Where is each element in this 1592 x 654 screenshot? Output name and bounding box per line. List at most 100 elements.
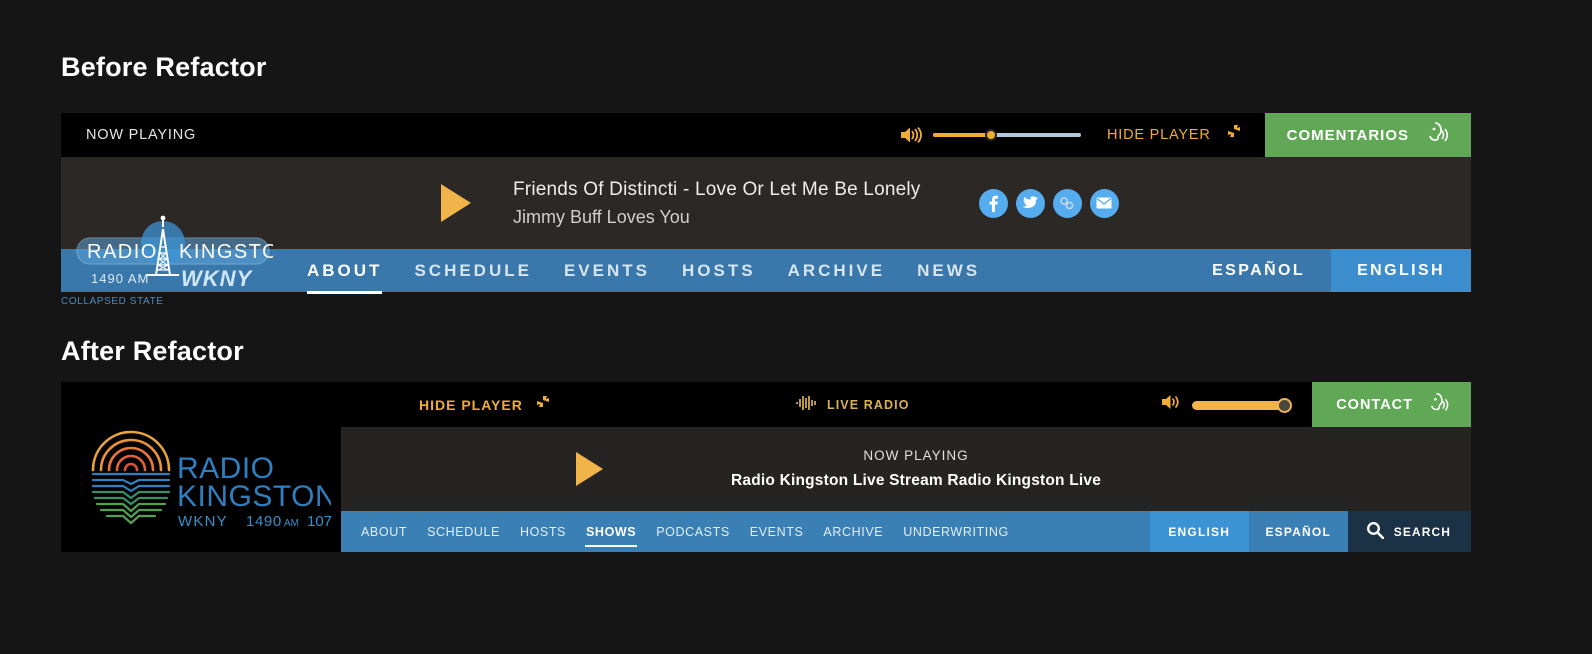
section-heading-after: After Refactor [61, 336, 244, 366]
svg-text:WKNY: WKNY [178, 513, 228, 530]
collapse-arrows-icon [531, 395, 549, 414]
new-player-topbar: HIDE PLAYER LIVE RADIO CONTACT [341, 382, 1471, 427]
old-nav-items: ABOUT SCHEDULE EVENTS HOSTS ARCHIVE NEWS [291, 249, 996, 294]
play-triangle-icon[interactable] [441, 184, 471, 222]
nav-item-shows[interactable]: SHOWS [576, 511, 646, 552]
nav-item-hosts[interactable]: HOSTS [666, 249, 772, 292]
nav-item-about[interactable]: ABOUT [291, 249, 398, 294]
live-radio-indicator[interactable]: LIVE RADIO [796, 395, 910, 414]
old-player-topbar: NOW PLAYING HIDE PLAYER COMENTARIOS [61, 113, 1471, 157]
twitter-icon[interactable] [1015, 188, 1045, 218]
nav-item-schedule[interactable]: SCHEDULE [398, 249, 548, 292]
volume-knob[interactable] [984, 129, 997, 141]
svg-text:107.9: 107.9 [307, 513, 331, 530]
magnifier-icon [1366, 521, 1385, 542]
svg-text:WKNY: WKNY [181, 266, 254, 291]
new-nav-right-group: ENGLISH ESPAÑOL SEARCH [1149, 511, 1471, 552]
lang-espanol[interactable]: ESPAÑOL [1249, 511, 1348, 552]
nav-item-news[interactable]: NEWS [901, 249, 996, 292]
new-nav-bar: ABOUT SCHEDULE HOSTS SHOWS PODCASTS EVEN… [341, 511, 1471, 552]
old-now-playing-label: NOW PLAYING [86, 127, 197, 143]
nav-item-underwriting[interactable]: UNDERWRITING [893, 511, 1019, 552]
contact-label: CONTACT [1336, 396, 1413, 413]
old-radio-kingston-logo[interactable]: RADIO KINGSTON 1490 AM WKNY [73, 213, 294, 291]
speaker-icon[interactable] [1160, 393, 1182, 416]
lang-espanol[interactable]: ESPAÑOL [1186, 249, 1331, 292]
volume-knob[interactable] [1277, 397, 1293, 413]
play-triangle-icon[interactable] [576, 452, 603, 486]
old-track-info: Friends Of Distincti - Love Or Let Me Be… [513, 179, 921, 228]
nav-label: ARCHIVE [823, 524, 884, 539]
hide-player-button-old[interactable]: HIDE PLAYER [1107, 124, 1241, 146]
audio-waveform-icon [796, 395, 818, 414]
nav-label: ABOUT [361, 524, 408, 539]
search-button[interactable]: SEARCH [1347, 511, 1471, 552]
radio-wave-fingerprint-icon [91, 430, 171, 525]
facebook-icon[interactable] [978, 188, 1008, 218]
nav-label: HOSTS [519, 524, 566, 539]
collapsed-state-annotation: COLLAPSED STATE [61, 296, 164, 307]
new-now-playing-block: NOW PLAYING Radio Kingston Live Stream R… [731, 448, 1101, 490]
nav-label: SHOWS [586, 524, 637, 539]
new-player-body: NOW PLAYING Radio Kingston Live Stream R… [341, 427, 1471, 511]
hide-player-label-old: HIDE PLAYER [1106, 127, 1211, 143]
lang-english[interactable]: ENGLISH [1149, 511, 1249, 552]
speaker-icon[interactable] [899, 125, 923, 145]
nav-item-archive[interactable]: ARCHIVE [813, 511, 893, 552]
speaking-voice-icon [1425, 120, 1453, 150]
email-icon[interactable] [1089, 188, 1119, 218]
svg-text:KINGSTON: KINGSTON [177, 480, 331, 513]
old-language-switcher: ESPAÑOL ENGLISH [1186, 249, 1471, 292]
new-radio-kingston-logo[interactable]: RADIO KINGSTON WKNY 1490 AM 107.9 FM [61, 382, 341, 552]
comentarios-label: COMENTARIOS [1286, 126, 1409, 144]
nav-label: UNDERWRITING [903, 524, 1009, 539]
contact-button[interactable]: CONTACT [1312, 382, 1471, 427]
nav-label: ABOUT [307, 260, 383, 280]
new-nav-items: ABOUT SCHEDULE HOSTS SHOWS PODCASTS EVEN… [351, 511, 1019, 552]
volume-fill [932, 133, 991, 137]
old-topbar-controls: HIDE PLAYER COMENTARIOS [899, 113, 1471, 157]
old-nav-bar: ABOUT SCHEDULE EVENTS HOSTS ARCHIVE NEWS [61, 215, 1471, 294]
volume-slider-old[interactable] [932, 126, 1081, 144]
nav-item-about[interactable]: ABOUT [351, 511, 417, 552]
new-topbar-controls: CONTACT [1160, 382, 1471, 427]
speaking-voice-icon [1427, 391, 1453, 419]
nav-label: HOSTS [682, 260, 756, 280]
svg-text:AM: AM [284, 518, 299, 529]
nav-item-archive[interactable]: ARCHIVE [772, 249, 902, 292]
social-share-row [978, 188, 1119, 218]
nav-item-podcasts[interactable]: PODCASTS [646, 511, 740, 552]
new-marquee-title: Radio Kingston Live Stream Radio Kingsto… [731, 472, 1101, 489]
lang-english[interactable]: ENGLISH [1331, 249, 1471, 292]
nav-label: SCHEDULE [414, 260, 532, 280]
svg-text:1490 AM: 1490 AM [91, 271, 149, 286]
nav-label: EVENTS [563, 260, 650, 280]
live-radio-label: LIVE RADIO [827, 397, 910, 412]
hide-player-label-new: HIDE PLAYER [419, 396, 523, 413]
hide-player-button-new[interactable]: HIDE PLAYER [419, 395, 549, 414]
new-now-playing-label: NOW PLAYING [863, 448, 969, 463]
old-track-title: Friends Of Distincti - Love Or Let Me Be… [513, 178, 921, 200]
svg-text:1490: 1490 [246, 513, 282, 530]
svg-text:RADIO: RADIO [87, 241, 158, 263]
volume-fill [1192, 400, 1291, 410]
link-icon[interactable] [1052, 188, 1082, 218]
nav-label: SCHEDULE [427, 524, 500, 539]
nav-label: ARCHIVE [787, 260, 886, 280]
nav-item-schedule[interactable]: SCHEDULE [417, 511, 510, 552]
search-label: SEARCH [1393, 524, 1451, 539]
svg-text:KINGSTON: KINGSTON [179, 241, 273, 263]
nav-item-events[interactable]: EVENTS [740, 511, 814, 552]
after-refactor-player: RADIO KINGSTON WKNY 1490 AM 107.9 FM HID… [61, 382, 1471, 552]
nav-item-events[interactable]: EVENTS [548, 249, 666, 292]
nav-label: EVENTS [749, 524, 804, 539]
nav-label: PODCASTS [656, 524, 730, 539]
nav-item-hosts[interactable]: HOSTS [510, 511, 576, 552]
collapse-arrows-icon [1221, 124, 1241, 146]
before-refactor-player: NOW PLAYING HIDE PLAYER COMENTARIOS Frie… [61, 113, 1471, 307]
volume-slider-new[interactable] [1192, 397, 1293, 413]
nav-label: NEWS [917, 260, 981, 280]
section-heading-before: Before Refactor [61, 52, 267, 82]
page-root: Before Refactor NOW PLAYING HIDE PLAYER … [0, 0, 1592, 654]
comentarios-button[interactable]: COMENTARIOS [1264, 113, 1471, 157]
